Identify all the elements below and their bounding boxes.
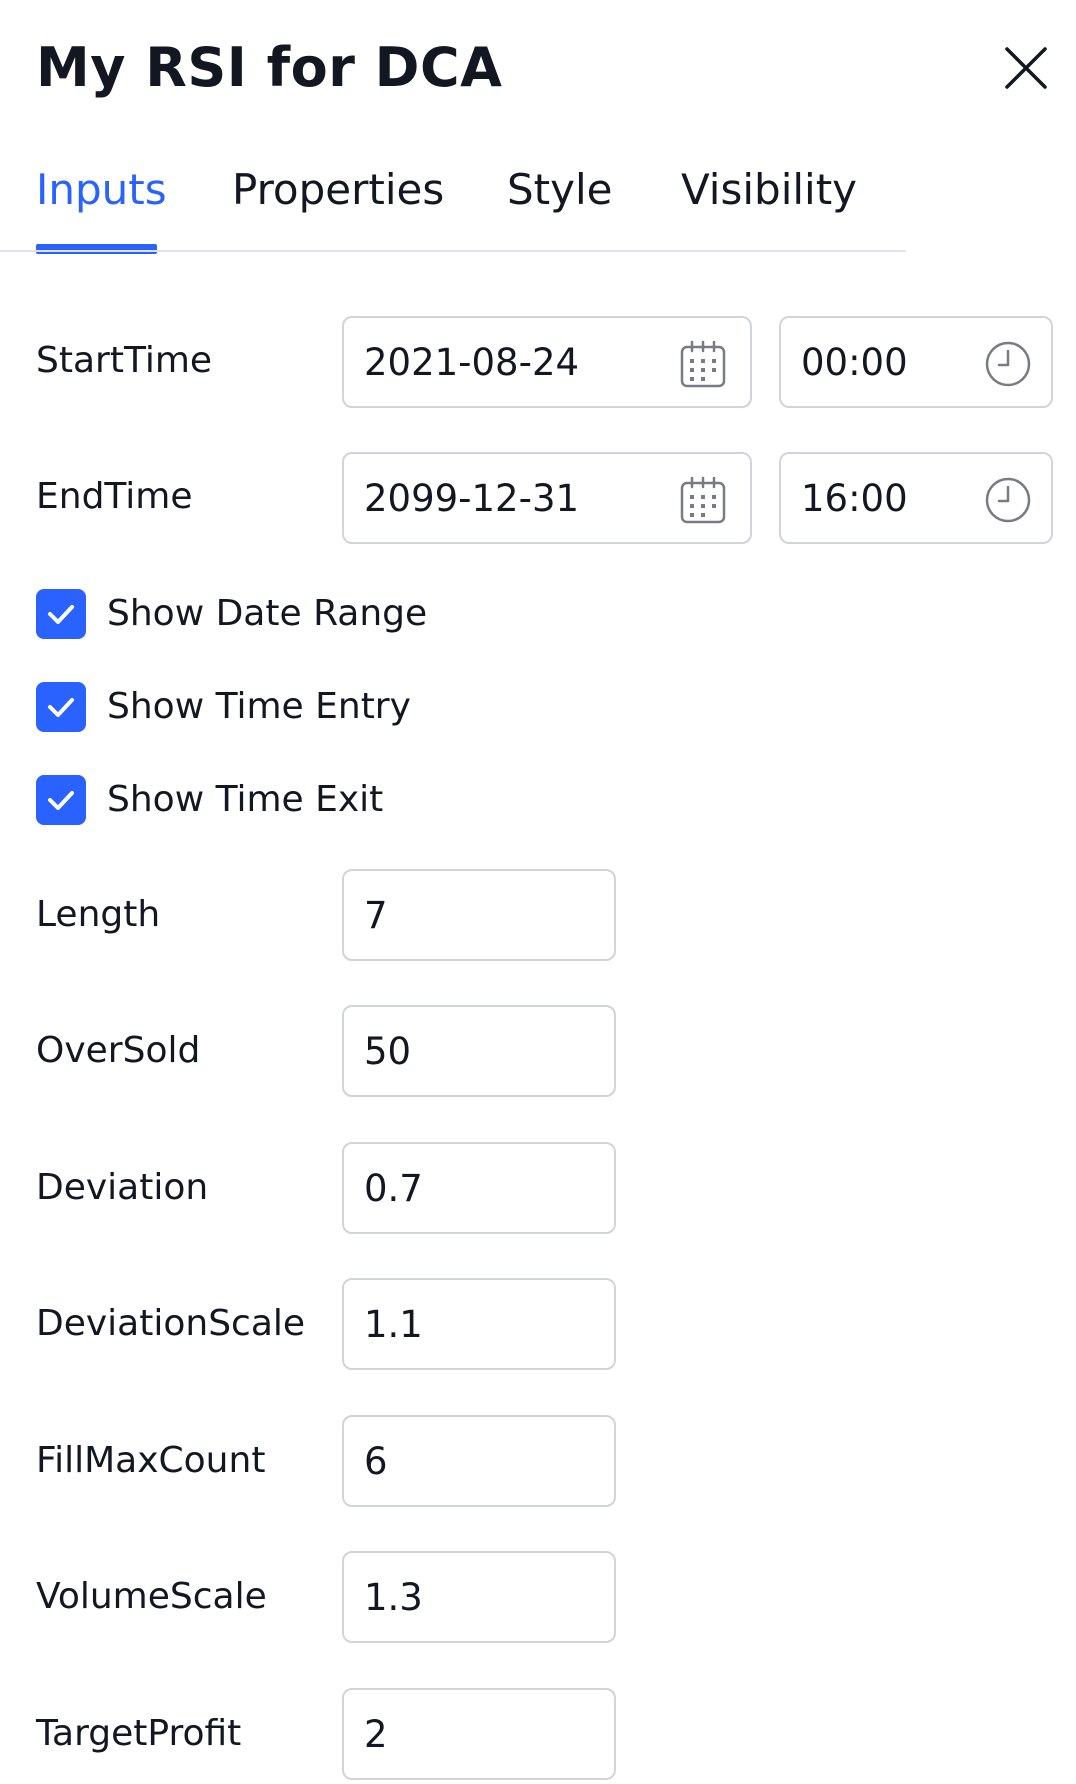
calendar-icon[interactable] <box>677 474 729 526</box>
end-time-value: 16:00 <box>801 477 908 520</box>
tab-inputs[interactable]: Inputs <box>36 160 167 220</box>
start-time-value: 00:00 <box>801 341 908 384</box>
volume-scale-value: 1.3 <box>364 1576 423 1619</box>
start-time-field[interactable]: 00:00 <box>779 316 1053 408</box>
active-tab-indicator <box>36 244 157 254</box>
tabs-divider <box>0 250 906 252</box>
tab-bar: Inputs Properties Style Visibility <box>0 140 1076 254</box>
fill-max-count-label: FillMaxCount <box>36 1440 266 1481</box>
volume-scale-input[interactable]: 1.3 <box>342 1551 616 1643</box>
show-date-range-label: Show Date Range <box>107 593 428 634</box>
target-profit-value: 2 <box>364 1713 388 1756</box>
oversold-input[interactable]: 50 <box>342 1005 616 1097</box>
checkmark-icon <box>48 605 74 624</box>
end-date-value: 2099-12-31 <box>364 477 580 520</box>
clock-icon[interactable] <box>982 338 1034 390</box>
tab-visibility[interactable]: Visibility <box>681 160 857 220</box>
deviation-value: 0.7 <box>364 1167 423 1210</box>
oversold-value: 50 <box>364 1030 412 1073</box>
fill-max-count-input[interactable]: 6 <box>342 1415 616 1507</box>
start-date-field[interactable]: 2021-08-24 <box>342 316 752 408</box>
deviation-input[interactable]: 0.7 <box>342 1142 616 1234</box>
checkbox-checked[interactable] <box>36 682 86 732</box>
show-time-exit-label: Show Time Exit <box>107 779 384 820</box>
volume-scale-label: VolumeScale <box>36 1576 267 1617</box>
length-value: 7 <box>364 894 388 937</box>
deviation-scale-input[interactable]: 1.1 <box>342 1278 616 1370</box>
target-profit-label: TargetProfit <box>36 1713 242 1754</box>
checkmark-icon <box>48 698 74 717</box>
deviation-label: Deviation <box>36 1167 209 1208</box>
length-input[interactable]: 7 <box>342 869 616 961</box>
end-time-field[interactable]: 16:00 <box>779 452 1053 544</box>
fill-max-count-value: 6 <box>364 1440 388 1483</box>
checkmark-icon <box>48 791 74 810</box>
end-time-label: EndTime <box>36 476 193 517</box>
checkbox-checked[interactable] <box>36 589 86 639</box>
tab-style[interactable]: Style <box>507 160 613 220</box>
target-profit-input[interactable]: 2 <box>342 1688 616 1780</box>
start-date-value: 2021-08-24 <box>364 341 580 384</box>
deviation-scale-value: 1.1 <box>364 1303 423 1346</box>
page-title: My RSI for DCA <box>36 36 503 99</box>
clock-icon[interactable] <box>982 474 1034 526</box>
deviation-scale-label: DeviationScale <box>36 1303 306 1344</box>
calendar-icon[interactable] <box>677 338 729 390</box>
end-date-field[interactable]: 2099-12-31 <box>342 452 752 544</box>
close-icon <box>1005 47 1047 89</box>
show-time-entry-label: Show Time Entry <box>107 686 411 727</box>
start-time-label: StartTime <box>36 340 213 381</box>
oversold-label: OverSold <box>36 1030 201 1071</box>
tab-properties[interactable]: Properties <box>232 160 444 220</box>
close-button[interactable] <box>1000 42 1052 94</box>
checkbox-checked[interactable] <box>36 775 86 825</box>
length-label: Length <box>36 894 161 935</box>
